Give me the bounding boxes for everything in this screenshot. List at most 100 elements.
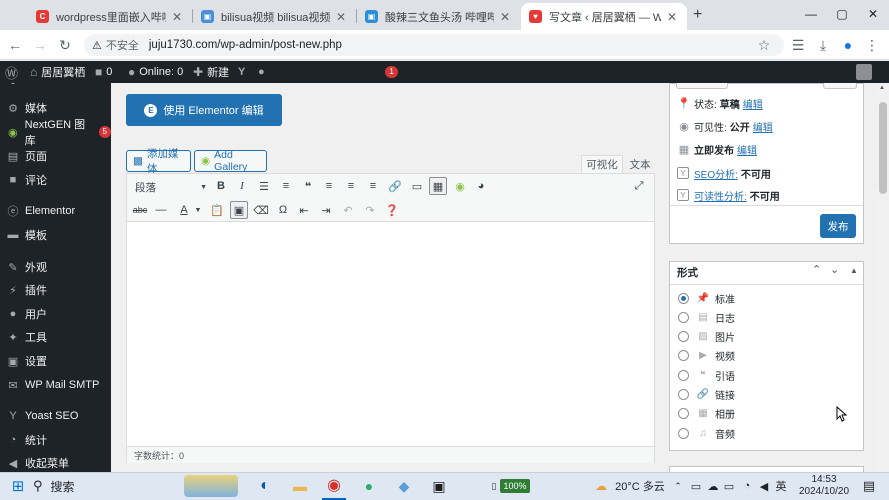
- chevron-up-icon[interactable]: ⌃: [672, 472, 684, 500]
- radio[interactable]: [678, 428, 689, 439]
- site-name-link[interactable]: ⌂ 居居翼栖: [30, 61, 85, 83]
- add-gallery-button[interactable]: ◉ Add Gallery: [194, 149, 267, 173]
- menu-item-users[interactable]: ● 用户: [0, 303, 111, 325]
- format-option-image[interactable]: ▨ 图片: [678, 327, 735, 346]
- align-center-icon[interactable]: ≡: [342, 174, 360, 198]
- radio[interactable]: [678, 350, 689, 361]
- status-dot-icon[interactable]: ●: [258, 61, 265, 83]
- insecure-label[interactable]: 不安全: [106, 37, 139, 53]
- menu-item-elementor[interactable]: ⓔ Elementor: [0, 200, 111, 222]
- move-up-icon[interactable]: ⌃: [812, 263, 821, 276]
- format-option-quote[interactable]: ❝ 引语: [678, 366, 735, 385]
- undo-icon[interactable]: ↶: [339, 198, 357, 222]
- menu-item-statistics[interactable]: ◔ 统计: [0, 429, 111, 451]
- menu-item-comments[interactable]: ■ 评论: [0, 169, 111, 191]
- bold-icon[interactable]: B: [212, 174, 230, 198]
- maximize-button[interactable]: ▢: [826, 0, 858, 28]
- align-left-icon[interactable]: ≡: [320, 174, 338, 198]
- system-tray-icon[interactable]: ▭: [688, 472, 704, 500]
- strikethrough-icon[interactable]: abc: [131, 198, 149, 222]
- radio[interactable]: [678, 389, 689, 400]
- close-tab-icon[interactable]: ✕: [498, 10, 512, 24]
- menu-item-settings[interactable]: ▣ 设置: [0, 350, 111, 372]
- video-editor-icon[interactable]: ▣: [427, 472, 451, 500]
- numbered-list-icon[interactable]: ≡: [277, 174, 295, 198]
- bookmark-star-icon[interactable]: ☆: [753, 34, 775, 56]
- windows-start-icon[interactable]: ⊞: [6, 472, 30, 500]
- greeting-account-link[interactable]: 您好，居居翼栖: [789, 61, 866, 83]
- smtp-link[interactable]: WP Mail SMTP 1: [306, 61, 398, 83]
- wechat-icon[interactable]: ●: [357, 472, 381, 500]
- special-character-icon[interactable]: Ω: [274, 198, 292, 222]
- clock[interactable]: 14:53 2024/10/20: [796, 474, 852, 498]
- menu-item-pages[interactable]: ▤ 页面: [0, 145, 111, 167]
- reload-icon[interactable]: ↻: [54, 34, 76, 56]
- format-option-link[interactable]: 🔗 链接: [678, 385, 735, 404]
- comments-link[interactable]: ■ 0: [95, 61, 112, 83]
- tab-text[interactable]: 文本: [625, 155, 655, 173]
- move-down-icon[interactable]: ⌄: [830, 263, 839, 276]
- close-tab-icon[interactable]: ✕: [170, 10, 184, 24]
- battery-indicator[interactable]: 100%: [500, 479, 530, 493]
- chevron-down-icon[interactable]: ▼: [189, 198, 207, 222]
- menu-item-nextgen-gallery[interactable]: ◉ NextGEN 图库 5: [0, 119, 111, 147]
- menu-item-templates[interactable]: ▬ 模板: [0, 224, 111, 246]
- link-icon[interactable]: 🔗: [386, 174, 404, 198]
- paste-special-icon[interactable]: ▣: [230, 201, 248, 219]
- chart-icon[interactable]: ◕: [472, 174, 490, 198]
- browser-tab-1[interactable]: C wordpress里面嵌入哔哩哔哩视 ✕: [28, 3, 192, 30]
- blockquote-icon[interactable]: ❝: [299, 174, 317, 198]
- redo-icon[interactable]: ↷: [361, 198, 379, 222]
- browser-tab-3[interactable]: ▣ 酸辣三文鱼头汤 哔哩哔哩 bili ✕: [357, 3, 520, 30]
- collapse-panel-icon[interactable]: ▲: [850, 266, 858, 275]
- wordpress-logo-icon[interactable]: Ⓦ: [5, 61, 18, 83]
- toolbar-toggle-icon[interactable]: ▦: [429, 177, 447, 195]
- align-right-icon[interactable]: ≡: [364, 174, 382, 198]
- tab-visual[interactable]: 可视化: [581, 155, 623, 173]
- menu-item-collapse[interactable]: ◀ 收起菜单: [0, 452, 111, 472]
- close-tab-icon[interactable]: ✕: [334, 10, 348, 24]
- preview-button-partial[interactable]: [823, 83, 857, 89]
- usb-icon[interactable]: ▯: [490, 472, 498, 500]
- reading-list-icon[interactable]: ☰: [787, 34, 809, 56]
- publish-button[interactable]: 发布: [820, 214, 856, 238]
- radio[interactable]: [678, 331, 689, 342]
- bullet-list-icon[interactable]: ☰: [255, 174, 273, 198]
- gallery-link[interactable]: 图库: [277, 61, 299, 83]
- seo-analysis-link[interactable]: SEO分析:: [694, 166, 738, 181]
- format-option-video[interactable]: ▶ 视频: [678, 346, 735, 365]
- menu-item-tools[interactable]: ✦ 工具: [0, 326, 111, 348]
- edit-status-link[interactable]: 编辑: [743, 96, 763, 111]
- help-icon[interactable]: ❓: [383, 198, 401, 222]
- paste-text-icon[interactable]: 📋: [208, 198, 226, 222]
- italic-icon[interactable]: I: [233, 174, 251, 198]
- search-highlight-image[interactable]: [184, 475, 238, 497]
- menu-item-wp-mail-smtp[interactable]: ✉ WP Mail SMTP: [0, 374, 111, 396]
- menu-item-plugins[interactable]: ⚡ 插件: [0, 279, 111, 301]
- edit-visibility-link[interactable]: 编辑: [753, 119, 773, 134]
- speaker-icon[interactable]: ◀: [757, 472, 771, 500]
- read-more-icon[interactable]: ▭: [408, 174, 426, 198]
- radio-selected[interactable]: [678, 293, 689, 304]
- clear-formatting-icon[interactable]: ⌫: [252, 198, 270, 222]
- scroll-up-icon[interactable]: ▲: [879, 85, 885, 91]
- url-text[interactable]: juju1730.com/wp-admin/post-new.php: [149, 39, 342, 51]
- horizontal-line-icon[interactable]: —: [152, 198, 170, 222]
- forward-icon[interactable]: →: [29, 34, 51, 56]
- format-option-audio[interactable]: ♫ 音频: [678, 424, 735, 443]
- browser-tab-4-active[interactable]: ♥ 写文章 ‹ 居居翼栖 — WordPress ✕: [521, 3, 687, 30]
- wifi-icon[interactable]: ◔: [740, 472, 754, 500]
- new-content-link[interactable]: ✚ 新建: [193, 61, 229, 83]
- menu-item-yoast-seo[interactable]: Y Yoast SEO: [0, 405, 111, 427]
- outdent-icon[interactable]: ⇤: [295, 198, 313, 222]
- taskbar-search[interactable]: ⚲ 搜索: [33, 472, 183, 500]
- elementor-edit-button[interactable]: E 使用 Elementor 编辑: [126, 94, 282, 126]
- network-icon[interactable]: ▭: [722, 472, 736, 500]
- readability-analysis-link[interactable]: 可读性分析:: [694, 188, 747, 203]
- close-window-button[interactable]: ✕: [857, 0, 889, 28]
- warning-icon[interactable]: ⚠: [92, 39, 102, 52]
- profile-avatar-icon[interactable]: ●: [837, 34, 859, 56]
- menu-kebab-icon[interactable]: ⋮: [861, 34, 883, 56]
- user-avatar[interactable]: [856, 64, 872, 80]
- online-counter[interactable]: ● Online: 0: [128, 61, 183, 83]
